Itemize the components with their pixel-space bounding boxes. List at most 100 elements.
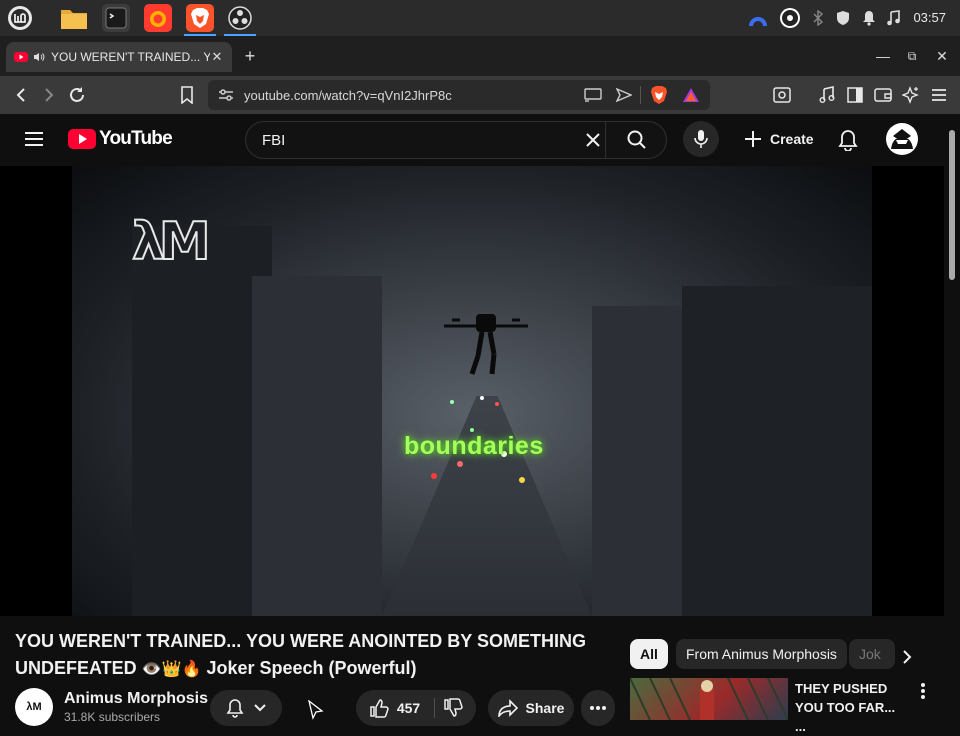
site-settings-icon[interactable] [218, 88, 234, 102]
create-button[interactable]: Create [736, 122, 822, 156]
brave-icon[interactable] [186, 4, 214, 32]
chip-all[interactable]: All [630, 639, 668, 669]
mint-menu-icon[interactable] [6, 4, 34, 32]
youtube-logo-text: YouTube [99, 128, 173, 149]
leo-ai-icon[interactable] [900, 84, 922, 106]
cast-icon[interactable] [584, 88, 602, 102]
thumbs-up-icon [370, 699, 389, 718]
voice-search-button[interactable] [683, 121, 719, 157]
files-icon[interactable] [60, 4, 88, 32]
channel-avatar[interactable]: λM [15, 688, 53, 726]
more-horizontal-icon [590, 706, 606, 710]
video-title: YOU WEREN'T TRAINED... YOU WERE ANOINTED… [15, 628, 595, 682]
music-note-icon[interactable] [884, 8, 902, 28]
more-vertical-icon[interactable] [920, 682, 926, 700]
building-left [132, 226, 272, 616]
building-left-2 [252, 276, 382, 616]
youtube-favicon-icon [14, 52, 28, 62]
chip-from-channel[interactable]: From Animus Morphosis [676, 639, 847, 669]
firefox-icon[interactable] [144, 4, 172, 32]
recommended-video-title[interactable]: THEY PUSHED YOU TOO FAR... ... [795, 679, 903, 736]
notification-bell-icon[interactable] [860, 8, 878, 28]
like-dislike-group: 457 [356, 690, 476, 726]
search-divider [605, 122, 606, 158]
new-tab-button[interactable]: + [240, 46, 260, 66]
video-title-line2-end: Joker Speech (Powerful) [201, 658, 417, 678]
brave-shields-icon[interactable] [650, 85, 668, 105]
tab-title: YOU WEREN'T TRAINED... Y [51, 50, 210, 64]
tab-close-icon[interactable]: ✕ [210, 50, 224, 64]
channel-watermark: λM [131, 211, 212, 273]
hamburger-menu-icon[interactable] [24, 131, 44, 147]
chevron-down-icon [254, 704, 266, 712]
mouse-cursor-icon [308, 700, 324, 720]
page-translate-icon[interactable] [771, 84, 793, 106]
brave-rewards-icon[interactable] [682, 87, 700, 103]
video-caption: boundaries [404, 432, 544, 460]
bell-icon [226, 699, 244, 718]
building-right [682, 286, 872, 616]
vpn-icon[interactable] [746, 8, 770, 28]
hacker-avatar-icon [891, 129, 913, 149]
media-controls-icon[interactable] [816, 84, 838, 106]
search-box[interactable]: FBI [245, 121, 667, 159]
browser-tab-bar: YOU WEREN'T TRAINED... Y ✕ + — ⧉ ✕ [0, 36, 960, 76]
bluetooth-icon[interactable] [810, 8, 826, 28]
terminal-icon[interactable] [102, 4, 130, 32]
search-icon[interactable] [627, 130, 647, 150]
video-title-emoji: 👁️👑🔥 [141, 659, 202, 678]
video-title-line2-start: UNDEFEATED [15, 658, 142, 678]
page-scrollbar[interactable] [944, 114, 960, 720]
address-bar[interactable]: youtube.com/watch?v=qVnI2JhrP8c [208, 80, 710, 110]
like-button[interactable]: 457 [369, 698, 436, 718]
send-icon[interactable] [616, 88, 632, 102]
share-arrow-icon [497, 699, 518, 717]
like-count: 457 [396, 700, 421, 716]
wallet-icon[interactable] [872, 84, 894, 106]
browser-tab-youtube[interactable]: YOU WEREN'T TRAINED... Y ✕ [6, 42, 232, 72]
obs-icon[interactable] [226, 4, 254, 32]
search-input[interactable]: FBI [262, 132, 285, 149]
divider [640, 86, 641, 104]
share-button[interactable]: Share [488, 690, 574, 726]
recommended-video-thumbnail[interactable] [630, 678, 788, 720]
create-label: Create [770, 131, 814, 147]
share-label: Share [525, 700, 565, 716]
subscriber-count: 31.8K subscribers [64, 710, 161, 724]
chip-joker[interactable]: Jok [849, 639, 895, 669]
youtube-logo[interactable]: YouTube [68, 128, 173, 150]
channel-name[interactable]: Animus Morphosis [64, 690, 208, 708]
audio-playing-icon[interactable] [33, 52, 45, 62]
sidebar-toggle-icon[interactable] [844, 84, 866, 106]
video-title-line1: YOU WEREN'T TRAINED... YOU WERE ANOINTED… [15, 631, 586, 651]
thumbs-down-icon[interactable] [443, 698, 463, 718]
minimize-button[interactable]: — [873, 46, 893, 66]
more-actions-button[interactable] [581, 690, 615, 726]
clock[interactable]: 03:57 [913, 10, 946, 25]
shield-icon[interactable] [834, 8, 852, 28]
plus-icon [745, 131, 761, 147]
microphone-icon [694, 130, 708, 148]
scrollbar-thumb[interactable] [949, 130, 955, 280]
video-player[interactable]: λM boundaries [0, 166, 944, 616]
close-window-button[interactable]: ✕ [932, 46, 952, 66]
subscription-notifications-button[interactable] [210, 690, 282, 726]
url-text: youtube.com/watch?v=qVnI2JhrP8c [244, 88, 452, 103]
bookmark-icon[interactable] [176, 84, 198, 106]
drone-figure [444, 314, 528, 375]
account-avatar[interactable] [886, 123, 918, 155]
os-taskbar: 03:57 [0, 0, 960, 36]
forward-icon[interactable] [38, 84, 60, 106]
back-icon[interactable] [10, 84, 32, 106]
youtube-logo-icon [68, 129, 96, 149]
video-title-line2: UNDEFEATED 👁️👑🔥 Joker Speech (Powerful) [15, 655, 595, 682]
reload-icon[interactable] [66, 84, 88, 106]
chevron-right-icon[interactable] [900, 648, 914, 666]
obs-tray-icon[interactable] [778, 8, 802, 28]
browser-menu-icon[interactable] [928, 84, 950, 106]
clear-search-icon[interactable] [585, 132, 601, 148]
thumbnail-art [630, 678, 788, 720]
browser-toolbar: youtube.com/watch?v=qVnI2JhrP8c [0, 76, 960, 114]
restore-button[interactable]: ⧉ [902, 46, 922, 66]
notifications-bell-icon[interactable] [838, 129, 858, 151]
